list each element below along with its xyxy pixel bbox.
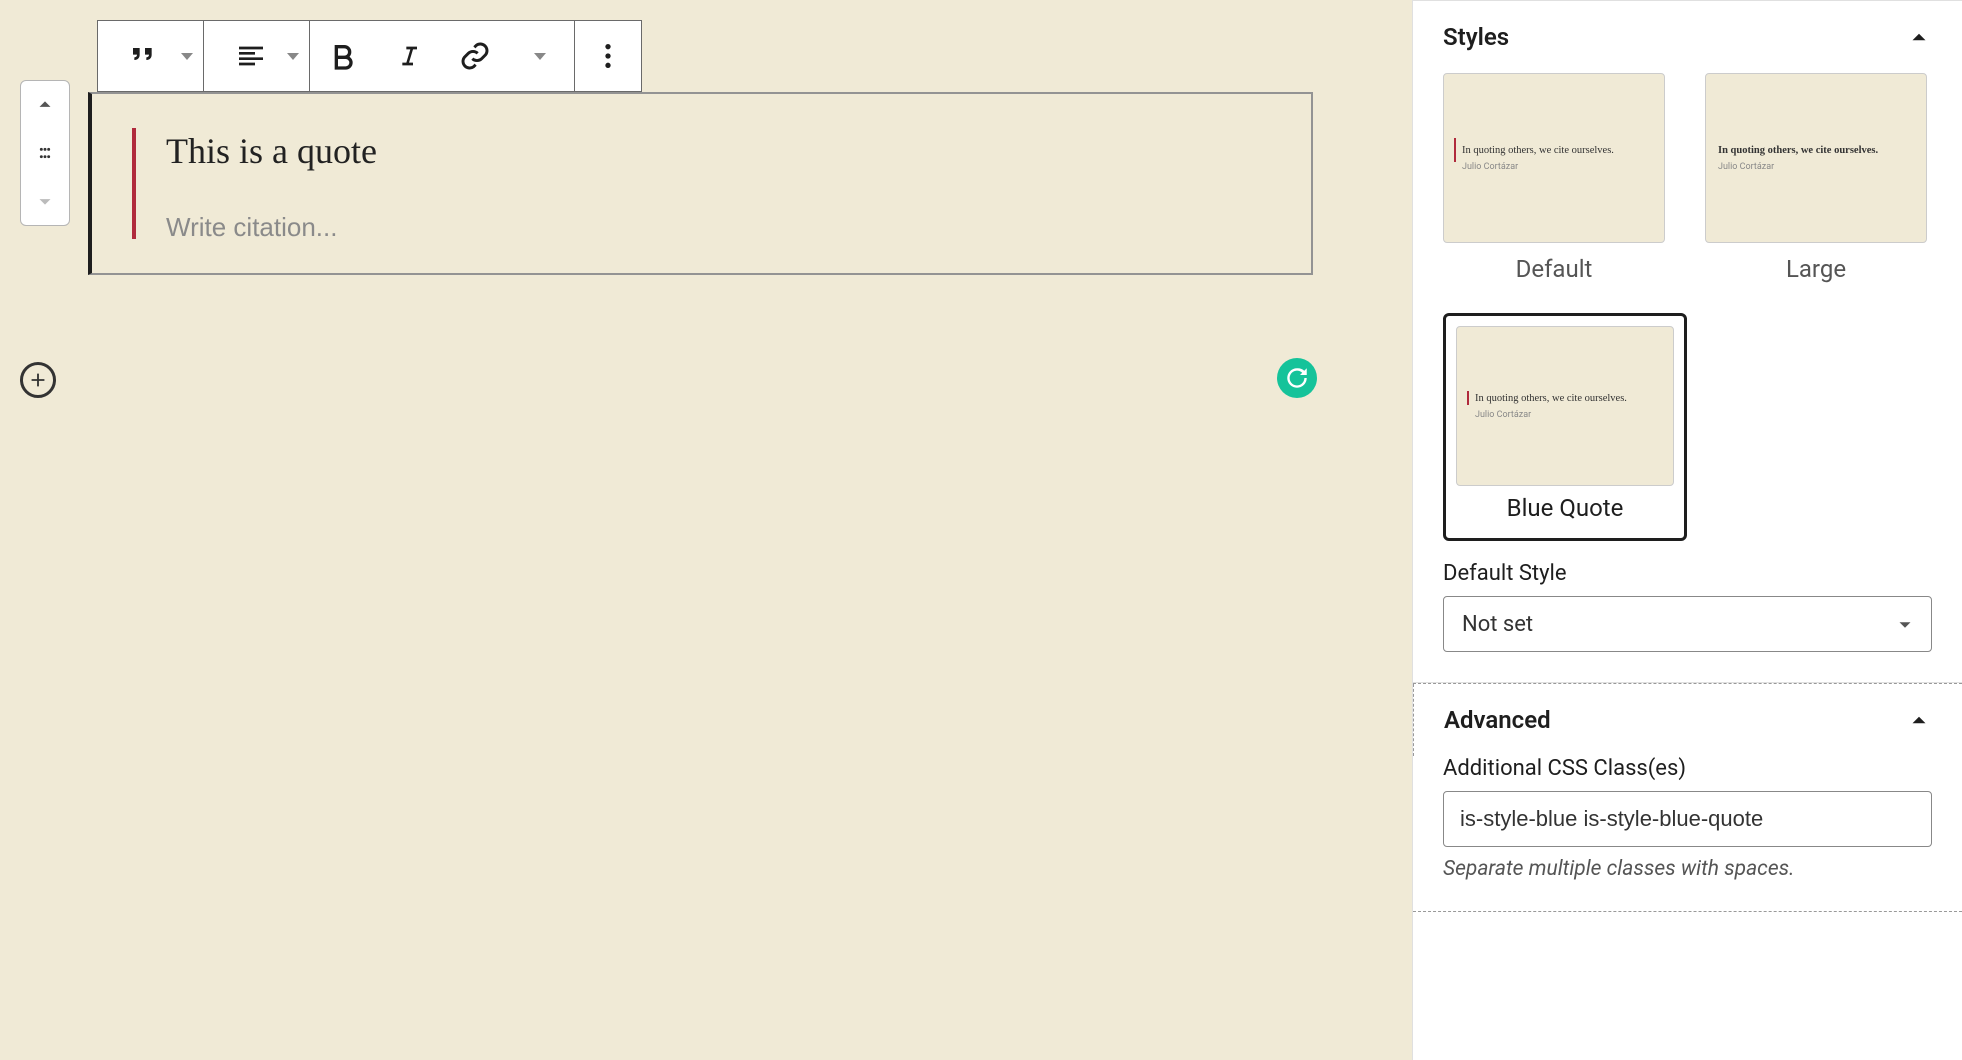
- align-left-icon: [235, 40, 267, 72]
- drag-icon: [34, 142, 56, 164]
- styles-title: Styles: [1443, 23, 1509, 51]
- bold-button[interactable]: [310, 21, 376, 91]
- move-up-button[interactable]: [21, 81, 69, 129]
- quote-block[interactable]: This is a quote Write citation...: [88, 92, 1313, 275]
- grammarly-icon: [1284, 365, 1310, 391]
- style-option-blue-quote[interactable]: In quoting others, we cite ourselves. Ju…: [1443, 313, 1687, 541]
- styles-panel: Styles In quoting others, we cite oursel…: [1413, 1, 1962, 683]
- italic-button[interactable]: [376, 21, 442, 91]
- chevron-up-icon: [1906, 24, 1932, 50]
- style-label: Large: [1705, 255, 1927, 283]
- chevron-down-icon: [34, 190, 56, 212]
- settings-sidebar: Styles In quoting others, we cite oursel…: [1412, 0, 1962, 1060]
- default-style-select[interactable]: Not set: [1443, 596, 1932, 652]
- more-vertical-icon: [592, 40, 624, 72]
- css-classes-label: Additional CSS Class(es): [1443, 756, 1932, 781]
- link-icon: [459, 40, 491, 72]
- style-label: Blue Quote: [1456, 494, 1674, 528]
- chevron-up-icon: [1906, 707, 1932, 733]
- move-down-button[interactable]: [21, 177, 69, 225]
- chevron-up-icon: [34, 94, 56, 116]
- quote-icon: [129, 40, 161, 72]
- bold-icon: [327, 40, 359, 72]
- grammarly-badge[interactable]: [1277, 358, 1317, 398]
- link-button[interactable]: [442, 21, 508, 91]
- styles-panel-header[interactable]: Styles: [1413, 1, 1962, 73]
- css-classes-input[interactable]: [1443, 791, 1932, 847]
- quote-accent-line: [132, 128, 136, 239]
- block-inserter-button[interactable]: [20, 362, 56, 398]
- style-option-default[interactable]: In quoting others, we cite ourselves. Ju…: [1443, 73, 1665, 283]
- drag-handle[interactable]: [21, 129, 69, 177]
- block-toolbar: [97, 20, 642, 92]
- advanced-panel-header[interactable]: Advanced: [1413, 684, 1962, 756]
- quote-text[interactable]: This is a quote: [166, 124, 1271, 212]
- styles-grid: In quoting others, we cite ourselves. Ju…: [1443, 73, 1932, 541]
- css-classes-help: Separate multiple classes with spaces.: [1443, 857, 1932, 881]
- italic-icon: [393, 40, 425, 72]
- citation-input[interactable]: Write citation...: [166, 212, 1271, 243]
- block-movers: [20, 80, 70, 226]
- style-label: Default: [1443, 255, 1665, 283]
- more-options-button[interactable]: [575, 21, 641, 91]
- block-type-button[interactable]: [98, 21, 203, 91]
- style-option-large[interactable]: In quoting others, we cite ourselves. Ju…: [1705, 73, 1927, 283]
- advanced-panel: Advanced Additional CSS Class(es) Separa…: [1413, 683, 1962, 912]
- align-button[interactable]: [204, 21, 309, 91]
- advanced-title: Advanced: [1444, 706, 1551, 734]
- default-style-label: Default Style: [1443, 561, 1932, 586]
- plus-icon: [27, 369, 49, 391]
- editor-canvas: This is a quote Write citation...: [0, 0, 1412, 1060]
- more-rich-text-button[interactable]: [508, 21, 574, 91]
